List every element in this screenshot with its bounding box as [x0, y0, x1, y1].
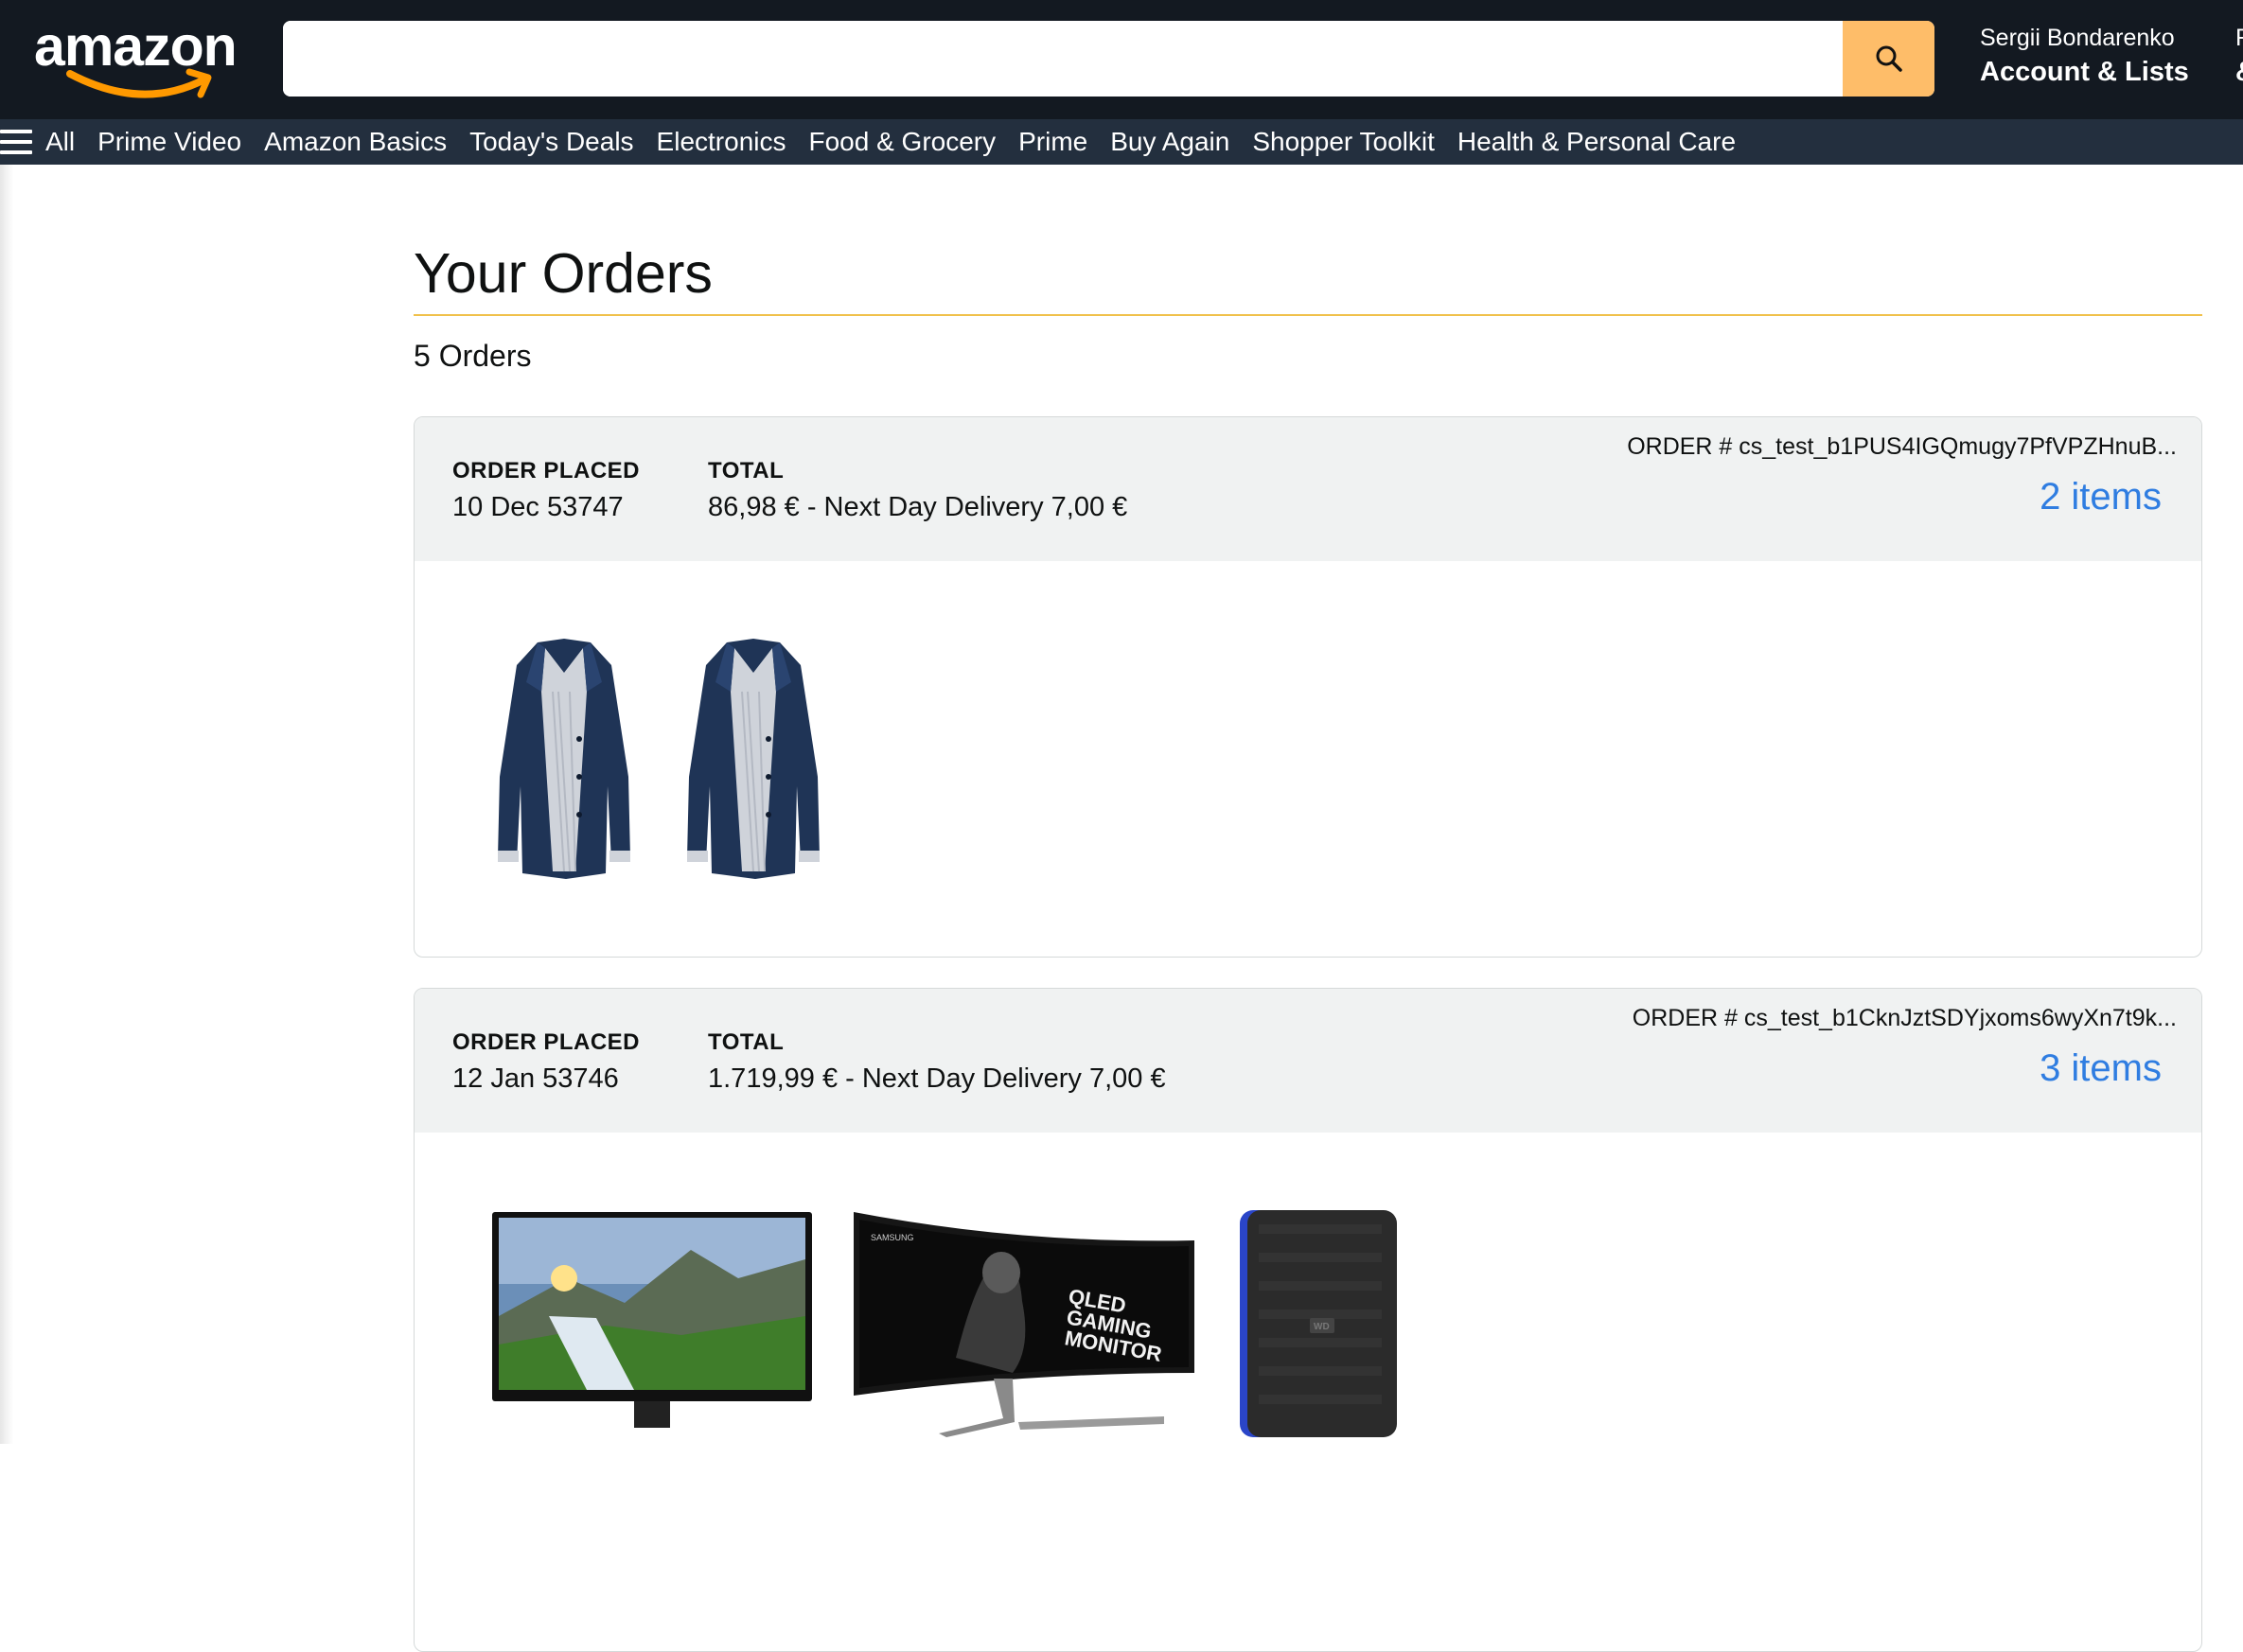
nav-item-buy-again[interactable]: Buy Again: [1110, 119, 1229, 165]
page-title: Your Orders: [414, 242, 713, 305]
order-placed-date: 10 Dec 53747: [452, 492, 624, 522]
order-card: ORDER PLACED 12 Jan 53746 TOTAL 1.719,99…: [414, 988, 2202, 1652]
returns-line-1: R: [2235, 25, 2243, 51]
top-header: amazon Sergii Bondarenko Account & Lists…: [0, 0, 2243, 119]
order-placed-label: ORDER PLACED: [452, 458, 641, 483]
order-total-value: 1.719,99 € - Next Day Delivery 7,00 €: [708, 1063, 1166, 1094]
product-thumbnail-navy-raincoat[interactable]: [678, 635, 829, 881]
account-greeting: Sergii Bondarenko: [1980, 25, 2175, 51]
order-total-label: TOTAL: [708, 1029, 785, 1055]
samsung-brand-text: SAMSUNG: [871, 1233, 914, 1242]
nav-item-health-personal-care[interactable]: Health & Personal Care: [1457, 119, 1736, 165]
left-panel-shadow: [0, 165, 13, 1444]
hamburger-icon: [0, 130, 32, 154]
product-thumbnail-samsung-qled-gaming-monitor[interactable]: SAMSUNG QLED GAMING MONITOR: [852, 1206, 1196, 1437]
order-card-header: ORDER PLACED 10 Dec 53747 TOTAL 86,98 € …: [415, 417, 2201, 561]
order-count: 5 Orders: [414, 339, 532, 373]
order-items-link[interactable]: 3 items: [2040, 1044, 2162, 1093]
order-total-value: 86,98 € - Next Day Delivery 7,00 €: [708, 492, 1128, 522]
returns-orders-link[interactable]: R &: [2235, 23, 2243, 91]
nav-item-amazon-basics[interactable]: Amazon Basics: [264, 119, 447, 165]
order-number: ORDER # cs_test_b1CknJztSDYjxoms6wyXn7t9…: [1632, 1005, 2177, 1031]
order-placed-date: 12 Jan 53746: [452, 1063, 619, 1094]
order-total-label: TOTAL: [708, 458, 785, 483]
product-thumbnail-navy-raincoat[interactable]: [488, 635, 640, 881]
account-lists-label: Account & Lists: [1980, 57, 2189, 87]
order-placed-label: ORDER PLACED: [452, 1029, 641, 1055]
nav-all-label: All: [45, 127, 76, 156]
search-bar: [283, 21, 1934, 97]
order-number: ORDER # cs_test_b1PUS4IGQmugy7PfVPZHnuB.…: [1627, 433, 2177, 460]
returns-line-2: &: [2235, 53, 2243, 91]
nav-item-electronics[interactable]: Electronics: [657, 119, 786, 165]
title-divider: [414, 314, 2202, 316]
nav-item-todays-deals[interactable]: Today's Deals: [469, 119, 633, 165]
product-thumbnail-acer-monitor[interactable]: [492, 1212, 812, 1428]
nav-all-menu[interactable]: All: [0, 119, 75, 165]
order-card: ORDER PLACED 10 Dec 53747 TOTAL 86,98 € …: [414, 416, 2202, 958]
logo-smile-icon: [66, 68, 212, 98]
account-menu[interactable]: Sergii Bondarenko Account & Lists: [1980, 23, 2189, 91]
product-thumbnail-wd-hard-drive[interactable]: WD: [1240, 1210, 1397, 1437]
search-button[interactable]: [1843, 21, 1934, 97]
amazon-logo[interactable]: amazon: [34, 13, 252, 100]
wd-logo-text: WD: [1314, 1322, 1330, 1332]
nav-item-prime-video[interactable]: Prime Video: [97, 119, 241, 165]
nav-item-food-grocery[interactable]: Food & Grocery: [808, 119, 996, 165]
nav-item-shopper-toolkit[interactable]: Shopper Toolkit: [1252, 119, 1435, 165]
nav-item-prime[interactable]: Prime: [1018, 119, 1087, 165]
search-icon: [1876, 45, 1902, 72]
order-items-link[interactable]: 2 items: [2040, 472, 2162, 521]
order-card-header: ORDER PLACED 12 Jan 53746 TOTAL 1.719,99…: [415, 989, 2201, 1133]
nav-strip: All Prime Video Amazon Basics Today's De…: [0, 119, 2243, 165]
search-input[interactable]: [283, 21, 1842, 97]
